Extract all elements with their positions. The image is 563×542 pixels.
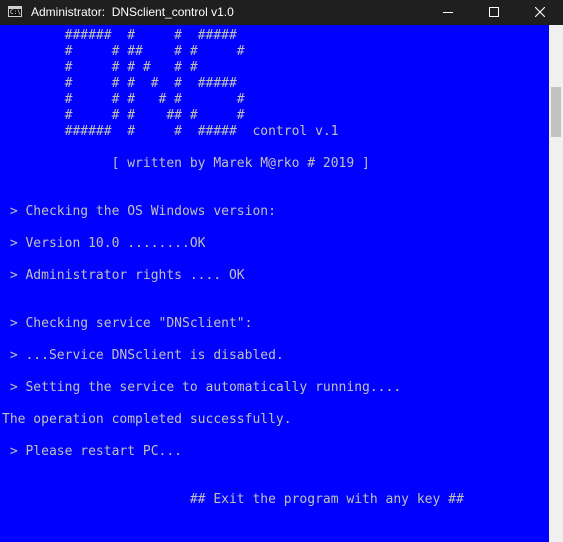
title-bar[interactable]: C:\ Administrator: DNSclient_control v1.… [0, 0, 563, 25]
minimize-icon [443, 12, 453, 13]
minimize-button[interactable] [425, 0, 471, 25]
console-line: # # # ## # # [2, 108, 245, 123]
close-button[interactable] [517, 0, 563, 25]
console-window: C:\ Administrator: DNSclient_control v1.… [0, 0, 563, 542]
maximize-button[interactable] [471, 0, 517, 25]
console-app-icon[interactable]: C:\ [8, 6, 22, 17]
console-line: # # # # # # [2, 92, 245, 107]
console-line: > Version 10.0 ........OK [2, 236, 206, 251]
console-line: > Please restart PC... [2, 444, 183, 459]
vertical-scrollbar[interactable] [549, 25, 563, 542]
console-line: # # # # # # [2, 60, 198, 75]
console-line: > Administrator rights .... OK [2, 268, 245, 283]
console-line: # # # # # ##### [2, 76, 237, 91]
close-icon [535, 7, 545, 17]
window-title: Administrator: DNSclient_control v1.0 [31, 5, 234, 19]
console-output[interactable]: ###### # # ##### # # ## # # # # # # # # … [0, 28, 549, 542]
scrollbar-thumb[interactable] [551, 87, 561, 137]
console-line: > Setting the service to automatically r… [2, 380, 402, 395]
console-line: # # ## # # # [2, 44, 245, 59]
app-icon-text: C:\ [10, 9, 21, 16]
console-line: [ written by Marek M@rko # 2019 ] [2, 156, 370, 171]
console-line: ###### # # ##### [2, 28, 237, 43]
console-line: The operation completed successfully. [2, 412, 292, 427]
console-line: ###### # # ##### control v.1 [2, 124, 339, 139]
console-line: > Checking service "DNSclient": [2, 316, 253, 331]
maximize-icon [489, 7, 499, 17]
console-line: > ...Service DNSclient is disabled. [2, 348, 284, 363]
console-line: > Checking the OS Windows version: [2, 204, 276, 219]
console-line: ## Exit the program with any key ## [2, 492, 464, 507]
